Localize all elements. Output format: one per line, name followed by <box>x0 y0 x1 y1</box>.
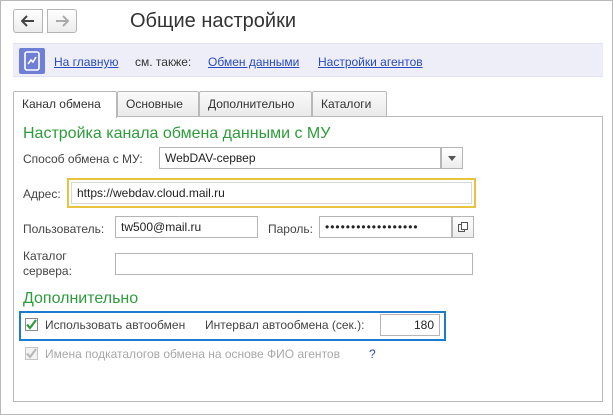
catalog-input[interactable] <box>115 253 473 275</box>
address-label: Адрес: <box>23 187 61 201</box>
tab-catalogs[interactable]: Каталоги <box>312 91 387 117</box>
home-link[interactable]: На главную <box>54 55 118 69</box>
user-input[interactable]: tw500@mail.ru <box>115 216 258 238</box>
arrow-left-icon <box>21 15 34 27</box>
password-label: Пароль: <box>268 222 313 236</box>
channel-section-title: Настройка канала обмена данными с МУ <box>23 125 331 142</box>
additional-section-title: Дополнительно <box>23 290 139 307</box>
interval-input[interactable]: 180 <box>380 314 440 336</box>
forward-button[interactable] <box>47 9 77 33</box>
method-label: Способ обмена с МУ: <box>23 152 143 166</box>
interval-label: Интервал автообмена (сек.): <box>205 318 365 332</box>
chevron-down-icon <box>448 155 456 161</box>
catalog-label-line1: Каталог <box>23 249 67 263</box>
back-button[interactable] <box>13 9 43 33</box>
subcatalog-checkbox[interactable] <box>25 347 38 360</box>
data-exchange-link[interactable]: Обмен данными <box>208 55 299 69</box>
autoexchange-label: Использовать автообмен <box>45 318 186 332</box>
address-input[interactable]: https://webdav.cloud.mail.ru <box>71 182 472 204</box>
password-input[interactable]: •••••••••••••••••• <box>319 216 452 238</box>
see-also-label: см. также: <box>135 55 192 69</box>
tab-exchange-channel[interactable]: Канал обмена <box>13 91 117 118</box>
catalog-label-line2: сервера: <box>23 264 72 278</box>
tab-main[interactable]: Основные <box>117 91 199 117</box>
copy-icon <box>458 222 468 232</box>
page-title: Общие настройки <box>130 10 296 32</box>
chart-icon[interactable] <box>19 48 45 74</box>
method-select[interactable]: WebDAV-сервер <box>159 147 441 169</box>
subcatalog-label: Имена подкаталогов обмена на основе ФИО … <box>45 347 340 361</box>
method-dropdown-button[interactable] <box>441 147 463 169</box>
help-icon[interactable]: ? <box>369 347 376 361</box>
show-password-button[interactable] <box>452 216 474 238</box>
tab-additional[interactable]: Дополнительно <box>199 91 312 117</box>
arrow-right-icon <box>56 15 69 27</box>
autoexchange-checkbox[interactable] <box>25 318 38 331</box>
link-bar: На главную см. также: Обмен данными Наст… <box>13 43 603 77</box>
catalog-label: Каталог сервера: <box>23 249 72 279</box>
checkmark-icon <box>26 348 37 359</box>
user-label: Пользователь: <box>23 222 105 236</box>
checkmark-icon <box>26 319 37 330</box>
agents-settings-link[interactable]: Настройки агентов <box>318 55 423 69</box>
